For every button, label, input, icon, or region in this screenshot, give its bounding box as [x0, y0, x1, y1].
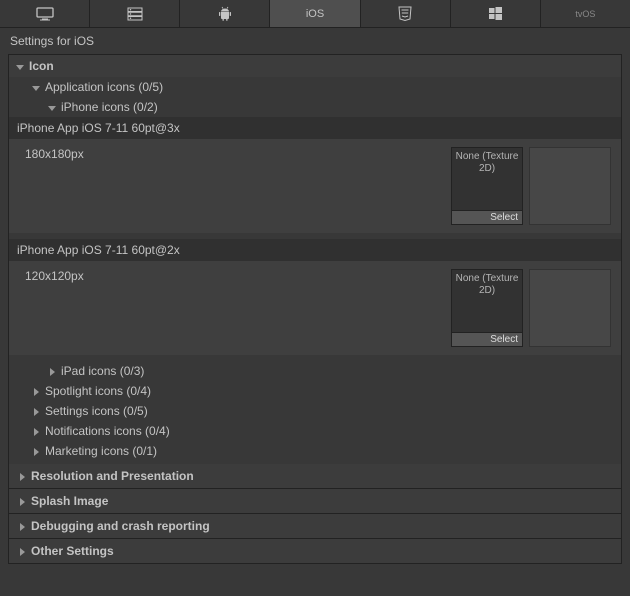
settings-icons-label: Settings icons (0/5)	[45, 404, 148, 418]
server-icon	[126, 7, 144, 21]
notifications-icons-label: Notifications icons (0/4)	[45, 424, 170, 438]
section-icon-title: Icon	[29, 59, 54, 73]
tab-android[interactable]	[180, 0, 270, 27]
section-resolution-title: Resolution and Presentation	[31, 469, 194, 483]
icon-slot-header: iPhone App iOS 7-11 60pt@3x	[9, 117, 621, 139]
select-button[interactable]: Select	[452, 210, 522, 224]
foldout-notifications-icons[interactable]: Notifications icons (0/4)	[9, 421, 621, 441]
foldout-right-icon	[31, 446, 41, 456]
foldout-right-icon	[47, 366, 57, 376]
tab-ios[interactable]: iOS	[270, 0, 360, 27]
application-icons-label: Application icons (0/5)	[45, 80, 163, 94]
tab-windows[interactable]	[451, 0, 541, 27]
section-icon[interactable]: Icon	[9, 55, 621, 77]
marketing-icons-label: Marketing icons (0/1)	[45, 444, 157, 458]
tab-server[interactable]	[90, 0, 180, 27]
spotlight-icons-label: Spotlight icons (0/4)	[45, 384, 151, 398]
settings-panel: Icon Application icons (0/5) iPhone icon…	[8, 54, 622, 564]
foldout-right-icon	[17, 496, 27, 506]
icon-slot-size: 120x120px	[19, 269, 451, 347]
icon-slot-size: 180x180px	[19, 147, 451, 225]
foldout-right-icon	[17, 521, 27, 531]
tab-webgl[interactable]	[361, 0, 451, 27]
texture-field-text: None (Texture 2D)	[452, 270, 522, 332]
icon-slot-header: iPhone App iOS 7-11 60pt@2x	[9, 239, 621, 261]
foldout-down-icon	[47, 102, 57, 112]
section-debugging[interactable]: Debugging and crash reporting	[9, 513, 621, 538]
foldout-settings-icons[interactable]: Settings icons (0/5)	[9, 401, 621, 421]
texture-field[interactable]: None (Texture 2D) Select	[451, 147, 523, 225]
foldout-iphone-icons[interactable]: iPhone icons (0/2)	[9, 97, 621, 117]
tab-ios-label: iOS	[306, 8, 324, 20]
tab-standalone[interactable]	[0, 0, 90, 27]
page-title: Settings for iOS	[0, 28, 630, 54]
section-other-title: Other Settings	[31, 544, 114, 558]
foldout-marketing-icons[interactable]: Marketing icons (0/1)	[9, 441, 621, 464]
texture-field-text: None (Texture 2D)	[452, 148, 522, 210]
foldout-down-icon	[15, 61, 25, 71]
foldout-application-icons[interactable]: Application icons (0/5)	[9, 77, 621, 97]
foldout-ipad-icons[interactable]: iPad icons (0/3)	[9, 361, 621, 381]
section-debugging-title: Debugging and crash reporting	[31, 519, 210, 533]
icon-slot: iPhone App iOS 7-11 60pt@2x 120x120px No…	[9, 239, 621, 355]
iphone-icons-label: iPhone icons (0/2)	[61, 100, 158, 114]
select-button[interactable]: Select	[452, 332, 522, 346]
windows-icon	[488, 6, 503, 21]
section-splash-title: Splash Image	[31, 494, 108, 508]
ipad-icons-label: iPad icons (0/3)	[61, 364, 144, 378]
icon-slot: iPhone App iOS 7-11 60pt@3x 180x180px No…	[9, 117, 621, 233]
foldout-right-icon	[17, 471, 27, 481]
html5-icon	[398, 6, 412, 22]
android-icon	[217, 6, 233, 22]
section-splash[interactable]: Splash Image	[9, 488, 621, 513]
monitor-icon	[36, 7, 54, 21]
tab-tvos[interactable]: tvOS	[541, 0, 630, 27]
foldout-right-icon	[17, 546, 27, 556]
section-resolution[interactable]: Resolution and Presentation	[9, 464, 621, 488]
foldout-right-icon	[31, 386, 41, 396]
foldout-right-icon	[31, 426, 41, 436]
foldout-down-icon	[31, 82, 41, 92]
foldout-spotlight-icons[interactable]: Spotlight icons (0/4)	[9, 381, 621, 401]
tab-tvos-label: tvOS	[575, 9, 595, 19]
texture-field[interactable]: None (Texture 2D) Select	[451, 269, 523, 347]
icon-preview	[529, 269, 611, 347]
platform-tabs: iOS tvOS	[0, 0, 630, 28]
icon-preview	[529, 147, 611, 225]
foldout-right-icon	[31, 406, 41, 416]
section-other[interactable]: Other Settings	[9, 538, 621, 563]
